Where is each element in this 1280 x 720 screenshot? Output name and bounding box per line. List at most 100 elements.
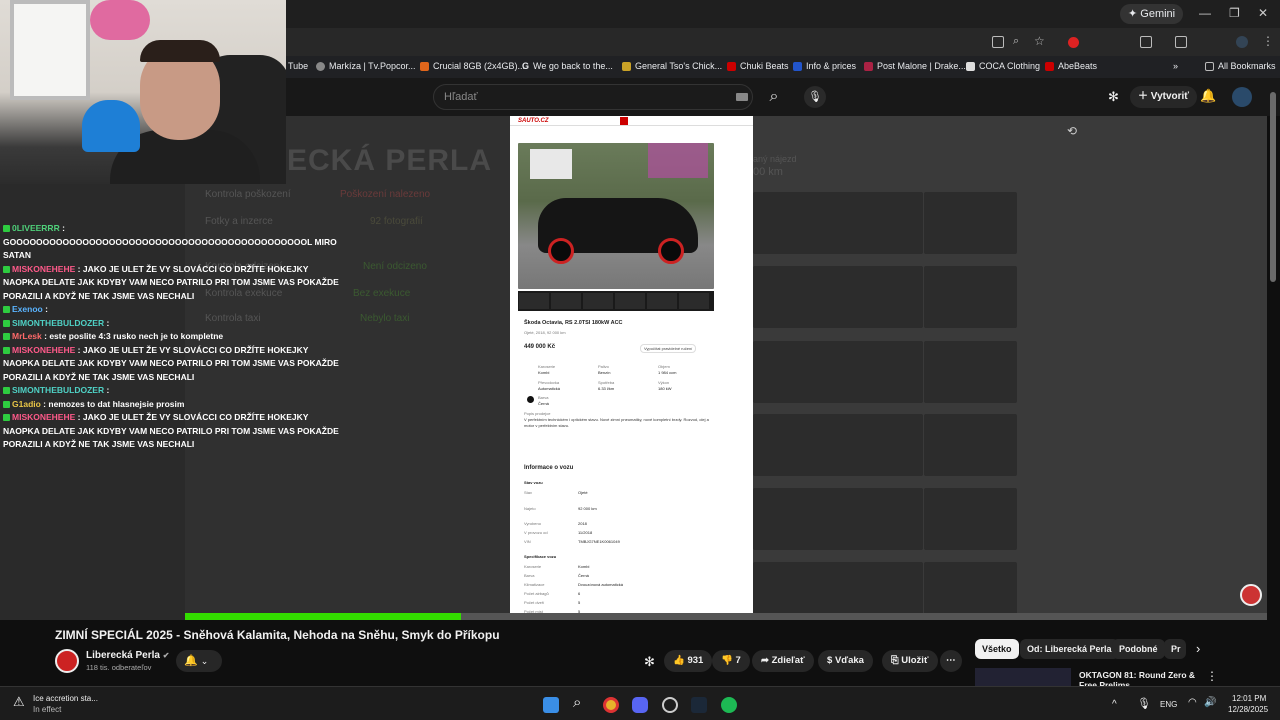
save-button[interactable]: ⎘ Uložiť — [882, 650, 938, 672]
language-indicator[interactable]: ENG — [1160, 700, 1177, 709]
spec-value: Černá — [538, 401, 549, 406]
rec-more-icon[interactable]: ⋮ — [1206, 669, 1218, 683]
more-icon[interactable]: ⋯ — [940, 650, 962, 672]
weather-title[interactable]: Ice accretion sta... — [33, 694, 98, 703]
tray-chevron-icon[interactable]: ^ — [1112, 699, 1117, 710]
zoom-icon[interactable]: ⌕ — [1013, 35, 1019, 48]
thanks-button[interactable]: $ Vďaka — [818, 650, 873, 672]
wifi-icon[interactable]: ◠ — [1188, 697, 1197, 708]
spotify-icon[interactable] — [721, 697, 737, 713]
bg-row-value: Bez exekuce — [353, 288, 411, 299]
weather-icon[interactable]: ⚠ — [13, 694, 25, 710]
chat-message: G1adio : nemozes to dat hlasnejsie prosi… — [0, 398, 340, 412]
windows-start-icon[interactable] — [543, 697, 559, 713]
chat-overlay: 0LIVEERRR : GOOOOOOOOOOOOOOOOOOOOOOOOOOO… — [0, 222, 340, 452]
minimize-icon[interactable]: — — [1199, 6, 1211, 20]
keyboard-icon[interactable] — [736, 93, 748, 101]
gallery-thumb — [924, 192, 1017, 254]
extensions-icon[interactable] — [1140, 36, 1152, 48]
taskbar-date: 12/28/2025 — [1228, 705, 1269, 714]
ai-sparkle-icon[interactable]: ✻ — [644, 654, 655, 670]
discord-icon[interactable] — [632, 697, 648, 713]
bookmark-item[interactable]: Chuki Beats — [727, 61, 789, 71]
star-icon[interactable]: ☆ — [1034, 34, 1045, 48]
spec-key: Výkon — [658, 380, 670, 385]
chat-separator: : — [104, 317, 110, 328]
video-progress-fill — [185, 613, 461, 620]
create-button[interactable]: ＋ Vytvoriť — [1130, 86, 1198, 108]
car-wheel — [658, 238, 684, 264]
gemini-button[interactable]: ✦ Gemini — [1120, 4, 1184, 24]
page-scrollbar[interactable] — [1270, 92, 1276, 282]
close-icon[interactable]: ✕ — [1258, 6, 1268, 20]
chevron-right-icon[interactable]: › — [1196, 641, 1200, 656]
chat-username: SIMONTHEBULDOZER — [12, 317, 105, 328]
bg-mileage-label: aný nájezd — [753, 154, 797, 164]
channel-avatar[interactable] — [55, 649, 79, 673]
app-icon[interactable] — [662, 697, 678, 713]
rotate-icon[interactable]: ⟲ — [1067, 124, 1077, 138]
chat-username: MrLesk — [12, 331, 42, 341]
chip-all[interactable]: Všetko — [975, 639, 1019, 659]
chat-message: SIMONTHEBULDOZER : — [0, 384, 340, 398]
bookmark-favicon-icon — [793, 61, 802, 71]
video-player[interactable]: ECKÁ PERLA Kontrola poškození Poškození … — [185, 116, 1267, 620]
chrome-icon[interactable] — [603, 697, 619, 713]
extension-red-icon[interactable] — [1068, 37, 1079, 48]
chip-related[interactable]: Podobné — [1112, 639, 1165, 659]
install-icon[interactable] — [992, 36, 1004, 48]
chat-text: nemozes to dat hlasnejsie prosim — [48, 398, 185, 409]
video-progress-bar[interactable] — [185, 613, 1267, 620]
spec-row-value: Černá — [578, 573, 589, 578]
like-button[interactable]: 👍 931 — [664, 650, 713, 672]
all-bookmarks[interactable]: All Bookmarks — [1205, 61, 1276, 71]
bookmark-item[interactable]: G We go back to the... — [522, 61, 613, 71]
share-button[interactable]: ➦ Zdieľať — [752, 650, 814, 672]
profile-icon[interactable] — [1236, 36, 1248, 48]
bookmark-item[interactable]: Crucial 8GB (2x4GB)... — [420, 61, 525, 71]
bell-icon[interactable]: 🔔 — [1200, 88, 1216, 104]
chip-more[interactable]: Pr — [1164, 639, 1186, 659]
gallery-thumb — [830, 341, 923, 403]
bookmark-item[interactable]: General Tso's Chick... — [622, 61, 722, 71]
chip-from-channel[interactable]: Od: Liberecká Perla — [1020, 639, 1119, 659]
spec-value: 6.33 l/km — [598, 386, 615, 391]
avatar[interactable] — [1232, 87, 1252, 107]
channel-name[interactable]: Liberecká Perla ✔ — [86, 650, 169, 661]
search-input[interactable]: Hľadať — [433, 84, 753, 110]
spec-value: 1 984 ccm — [658, 370, 677, 375]
webcam-cap — [82, 100, 140, 152]
bookmark-item[interactable]: Info & prices — [793, 61, 856, 71]
bg-row-value: Nebylo taxi — [360, 313, 410, 324]
taskbar-search-icon[interactable]: ⌕ — [573, 694, 581, 711]
bookmark-item[interactable]: Tube — [288, 61, 308, 71]
gallery-thumb — [830, 488, 923, 550]
volume-icon[interactable]: 🔊 — [1204, 697, 1216, 708]
bookmark-item[interactable]: COCA Clothing — [966, 61, 1040, 71]
mic-icon[interactable]: 🎙 — [804, 86, 826, 108]
spec-value: 180 kW — [658, 386, 672, 391]
tray-mic-icon[interactable]: 🎙 — [1137, 697, 1151, 710]
spec-value: Benzín — [598, 370, 611, 375]
bookmark-item[interactable]: Markíza | Tv.Popcor... — [316, 61, 416, 71]
maximize-icon[interactable]: ❐ — [1229, 6, 1240, 20]
state-value: TMBJG7NE1K0061049 — [578, 539, 620, 544]
dislike-button[interactable]: 👎 7 — [712, 650, 750, 672]
gemini-label: Gemini — [1140, 8, 1176, 20]
notification-bell-button[interactable]: 🔔 ⌄ — [176, 650, 222, 672]
taskbar-time[interactable]: 12:01 PM — [1232, 694, 1266, 703]
search-icon[interactable]: ⌕ — [758, 84, 790, 110]
recommended-thumbnail[interactable] — [975, 668, 1071, 688]
bookmarks-overflow-icon[interactable]: » — [1173, 61, 1178, 71]
bookmark-item[interactable]: AbeBeats — [1045, 61, 1097, 71]
record-icon[interactable] — [1240, 584, 1262, 606]
spec-key: Převodovka — [538, 380, 560, 385]
menu-dots-icon[interactable]: ⋮ — [1262, 34, 1274, 48]
sparkle-icon[interactable]: ✻ — [1108, 89, 1119, 105]
steam-icon[interactable] — [691, 697, 707, 713]
sidepanel-icon[interactable] — [1175, 36, 1187, 48]
car-photo — [518, 143, 714, 289]
bookmark-item[interactable]: Post Malone | Drake... — [864, 61, 966, 71]
state-key: Stav — [524, 490, 533, 495]
state-value: 11/2018 — [578, 530, 593, 535]
